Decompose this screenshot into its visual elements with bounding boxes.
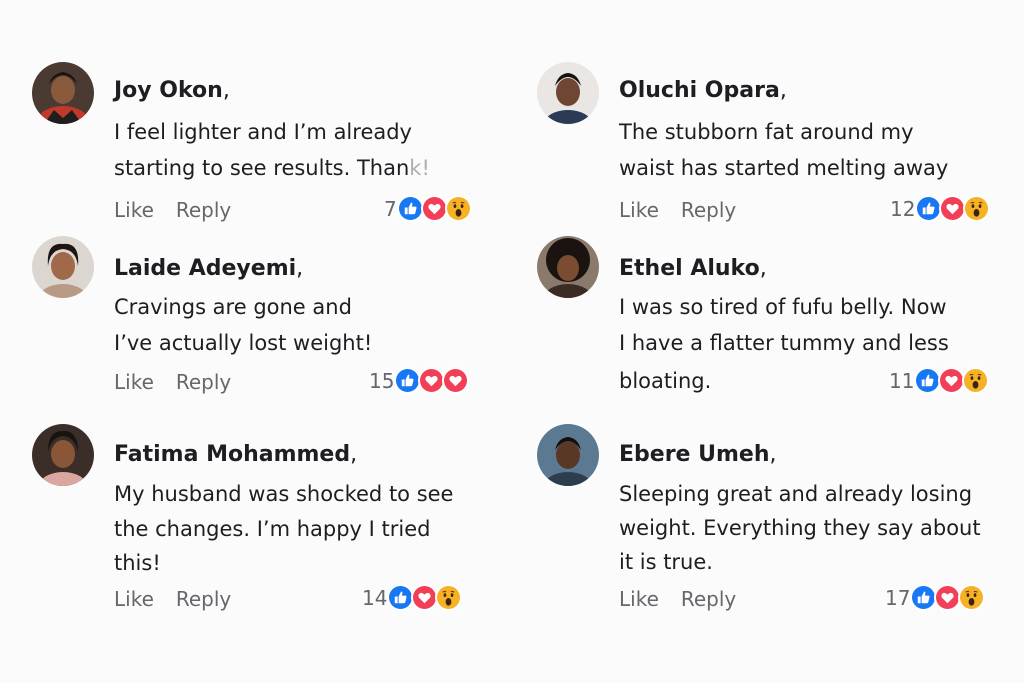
reactions-summary[interactable]: 14 bbox=[362, 584, 463, 611]
comment-text-line: I was so tired of fufu belly. Now bbox=[619, 295, 947, 319]
comment-text-line: starting to see results. Thank! bbox=[114, 156, 430, 180]
comment-text-line: bloating. bbox=[619, 369, 712, 393]
wow-icon bbox=[962, 367, 990, 394]
love-icon bbox=[934, 584, 962, 611]
reaction-count: 11 bbox=[889, 368, 915, 393]
comment-text-line: weight. Everything they say about bbox=[619, 516, 981, 540]
wow-icon bbox=[963, 195, 991, 222]
comment-text-line: it is true. bbox=[619, 550, 713, 574]
reaction-count: 7 bbox=[384, 196, 397, 221]
comments-page: Joy Okon, I feel lighter and I’m already… bbox=[0, 0, 1024, 683]
reaction-count: 17 bbox=[885, 585, 911, 610]
like-button[interactable]: Like bbox=[114, 587, 154, 611]
comment-text-line: I’ve actually lost weight! bbox=[114, 331, 373, 355]
like-icon bbox=[910, 584, 938, 611]
reaction-count: 15 bbox=[369, 368, 395, 393]
avatar[interactable] bbox=[537, 236, 599, 298]
avatar[interactable] bbox=[32, 236, 94, 298]
commenter-name[interactable]: Joy Okon, bbox=[114, 78, 230, 103]
like-icon bbox=[915, 195, 943, 222]
like-icon bbox=[387, 584, 415, 611]
reactions-summary[interactable]: 12 bbox=[890, 195, 991, 222]
comment-actions: Like Reply bbox=[619, 198, 736, 222]
reaction-count: 14 bbox=[362, 585, 388, 610]
comment-actions: Like Reply bbox=[114, 198, 231, 222]
comment-text-line: Cravings are gone and bbox=[114, 295, 352, 319]
commenter-name[interactable]: Fatima Mohammed, bbox=[114, 442, 357, 467]
reactions-summary[interactable]: 11 bbox=[889, 367, 990, 394]
comment-text-line: this! bbox=[114, 551, 161, 575]
reaction-count: 12 bbox=[890, 196, 916, 221]
wow-icon bbox=[435, 584, 463, 611]
comment-text-line: Sleeping great and already losing bbox=[619, 482, 973, 506]
reply-button[interactable]: Reply bbox=[176, 370, 231, 394]
like-button[interactable]: Like bbox=[619, 198, 659, 222]
comment-text-line: I have a flatter tummy and less bbox=[619, 331, 949, 355]
commenter-name[interactable]: Ebere Umeh, bbox=[619, 442, 777, 467]
reply-button[interactable]: Reply bbox=[681, 587, 736, 611]
avatar[interactable] bbox=[32, 62, 94, 124]
comment-text-line: My husband was shocked to see bbox=[114, 482, 454, 506]
love-icon bbox=[420, 195, 448, 222]
love-icon bbox=[939, 195, 967, 222]
comment-text-line: I feel lighter and I’m already bbox=[114, 120, 412, 144]
like-button[interactable]: Like bbox=[114, 370, 154, 394]
like-button[interactable]: Like bbox=[114, 198, 154, 222]
avatar[interactable] bbox=[537, 424, 599, 486]
avatar[interactable] bbox=[32, 424, 94, 486]
like-icon bbox=[394, 367, 422, 394]
wow-icon bbox=[958, 584, 986, 611]
reactions-summary[interactable]: 17 bbox=[885, 584, 986, 611]
reply-button[interactable]: Reply bbox=[176, 587, 231, 611]
reply-button[interactable]: Reply bbox=[681, 198, 736, 222]
love-icon bbox=[418, 367, 446, 394]
love-icon bbox=[938, 367, 966, 394]
commenter-name[interactable]: Ethel Aluko, bbox=[619, 256, 767, 281]
commenter-name[interactable]: Oluchi Opara, bbox=[619, 78, 787, 103]
comment-actions: Like Reply bbox=[114, 587, 231, 611]
comment-actions: Like Reply bbox=[114, 370, 231, 394]
like-icon bbox=[396, 195, 424, 222]
like-icon bbox=[914, 367, 942, 394]
comment-actions: Like Reply bbox=[619, 587, 736, 611]
reply-button[interactable]: Reply bbox=[176, 198, 231, 222]
reactions-summary[interactable]: 15 bbox=[369, 367, 470, 394]
comment-text-line: The stubborn fat around my bbox=[619, 120, 914, 144]
love-icon bbox=[411, 584, 439, 611]
like-button[interactable]: Like bbox=[619, 587, 659, 611]
reactions-summary[interactable]: 7 bbox=[384, 195, 472, 222]
commenter-name[interactable]: Laide Adeyemi, bbox=[114, 256, 303, 281]
comment-text-line: the changes. I’m happy I tried bbox=[114, 517, 431, 541]
love-icon bbox=[442, 367, 470, 394]
wow-icon bbox=[444, 195, 472, 222]
avatar[interactable] bbox=[537, 62, 599, 124]
comment-text-line: waist has started melting away bbox=[619, 156, 949, 180]
